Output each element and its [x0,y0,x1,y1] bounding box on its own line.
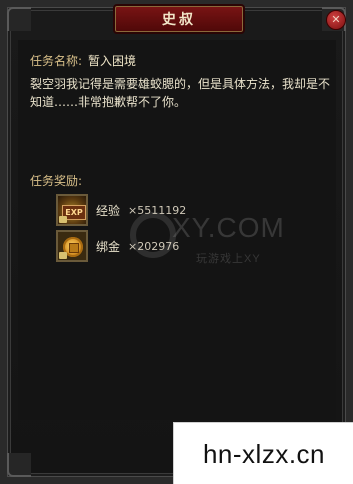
window-title: 史叔 [162,12,196,28]
gold-coin-icon [56,230,88,262]
task-name-label: 任务名称: [30,54,83,68]
frame-corner-ornament [7,7,31,31]
reward-item-exp[interactable]: EXP 经验 ×5511192 [56,194,186,226]
exp-icon: EXP [56,194,88,226]
quest-dialog-window: 史叔 ✕ XY.COM 玩游戏上XY 任务名称: 暂入困境 裂空羽我记得是需要雄蛟… [0,0,353,484]
watermark-logo-text: XY.COM [172,212,285,243]
reward-item-bound-gold[interactable]: 绑金 ×202976 [56,230,179,262]
reward-count: ×202976 [128,239,180,253]
task-name-value: 暂入困境 [88,54,137,68]
task-name-row: 任务名称: 暂入困境 [30,52,136,69]
close-icon[interactable]: ✕ [326,10,346,30]
rewards-label: 任务奖励: [30,174,83,188]
watermark-tagline: 玩游戏上XY [196,253,261,265]
frame-corner-ornament [7,453,31,477]
bound-lock-icon [59,216,67,223]
reward-count: ×5511192 [128,203,187,217]
coin-hole [69,243,79,253]
reward-name: 经验 [96,203,121,218]
bound-lock-icon [59,252,67,259]
site-watermark-text: hn-xlzx.cn [202,438,326,469]
title-plate: 史叔 [113,4,245,34]
site-watermark-box: hn-xlzx.cn [173,422,353,484]
reward-name: 绑金 [96,239,121,254]
task-description: 裂空羽我记得是需要雄蛟腮的，但是具体方法，我却是不知道……非常抱歉帮不了你。 [30,77,331,109]
